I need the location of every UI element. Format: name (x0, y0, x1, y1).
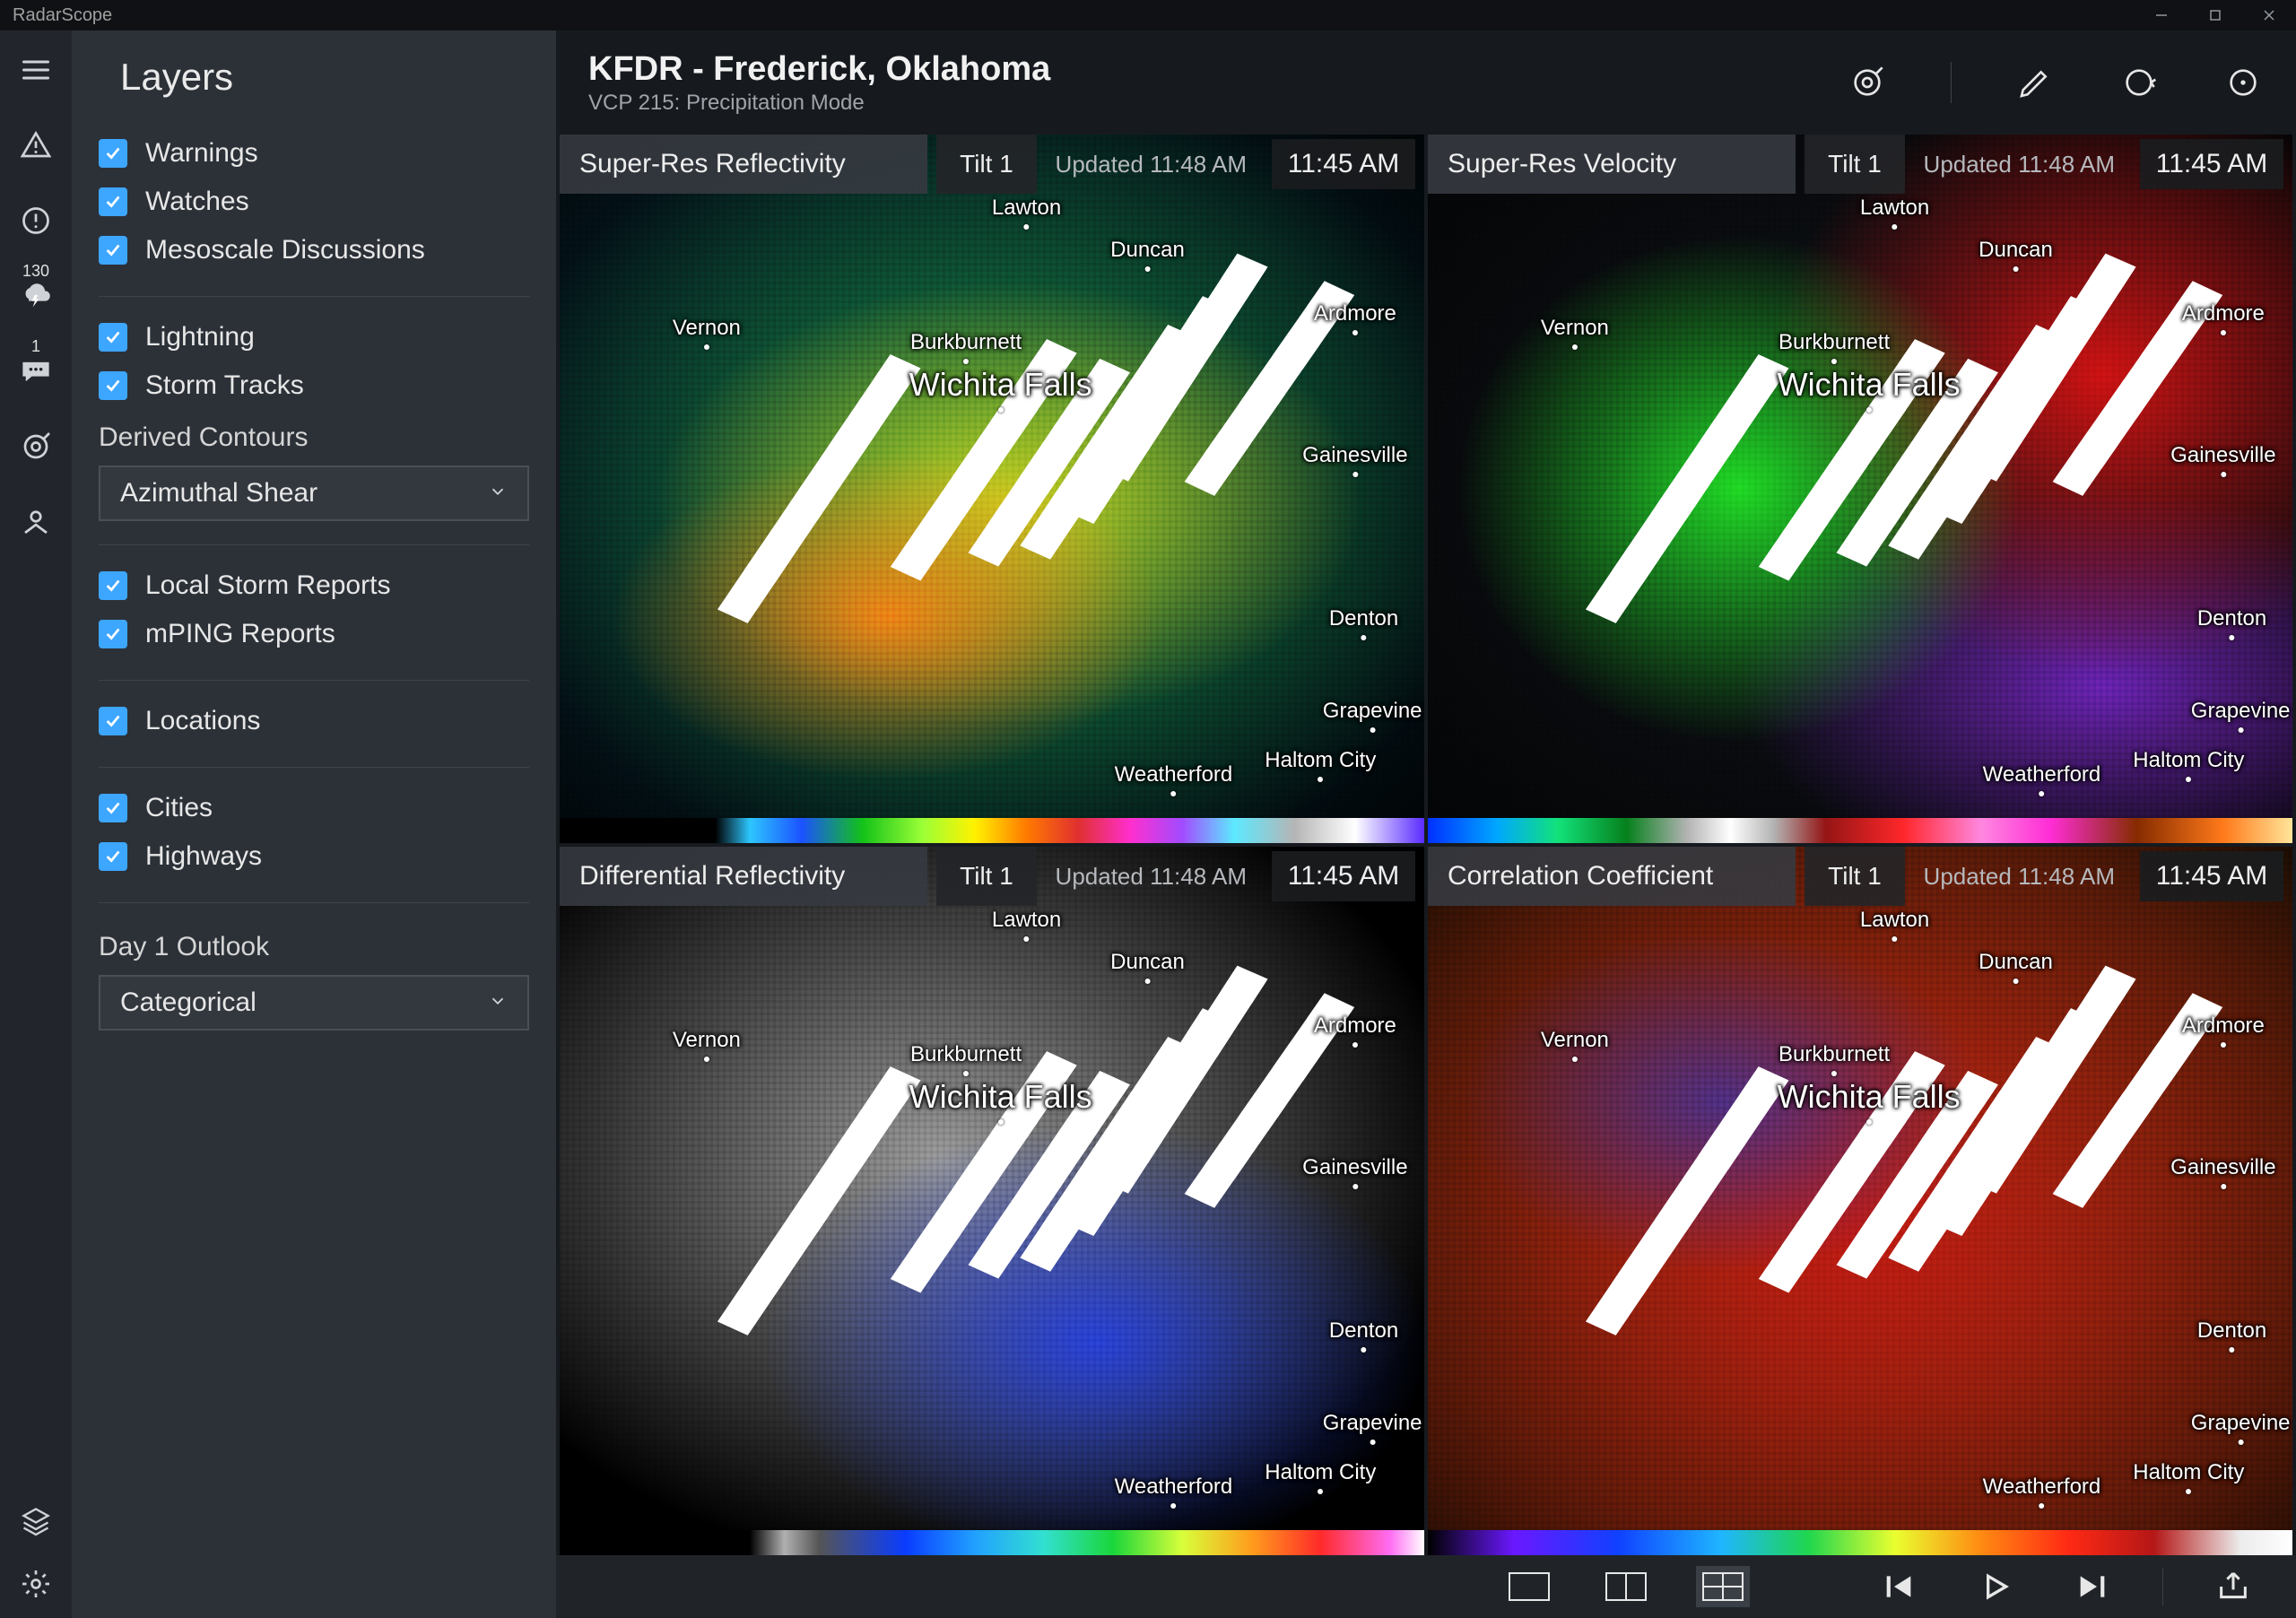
layer-label: Local Storm Reports (145, 570, 390, 601)
lightning-count-badge: 130 (22, 262, 49, 281)
radar-grid: LawtonDuncanArdmoreVernonBurkburnettWich… (556, 135, 2296, 1555)
hamburger-menu-button[interactable] (18, 52, 54, 88)
radar-panel-vel[interactable]: LawtonDuncanArdmoreVernonBurkburnettWich… (1428, 135, 2292, 843)
layer-sublabel: Day 1 Outlook (99, 932, 529, 962)
layer-label: Lightning (145, 322, 255, 352)
tilt-selector[interactable]: Tilt 1 (1805, 847, 1905, 906)
content-topbar: KFDR - Frederick, Oklahoma VCP 215: Prec… (556, 30, 2296, 135)
radar-panel-cc[interactable]: LawtonDuncanArdmoreVernonBurkburnettWich… (1428, 847, 2292, 1555)
chat-nav-icon[interactable]: 1 (18, 353, 54, 389)
chevron-down-icon (488, 987, 508, 1018)
updated-label: Updated 11:48 AM (1056, 151, 1247, 178)
dropdown-outlook[interactable]: Categorical (99, 975, 529, 1031)
layer-label: Storm Tracks (145, 370, 304, 401)
layer-label: Mesoscale Discussions (145, 235, 425, 265)
chat-count-badge: 1 (31, 337, 40, 356)
tilt-selector[interactable]: Tilt 1 (936, 847, 1037, 906)
layers-panel: Layers Warnings Watches Mesoscale Discussi… (72, 30, 556, 1618)
playbar-divider (2162, 1568, 2163, 1605)
updated-label: Updated 11:48 AM (1924, 151, 2115, 178)
window-minimize-button[interactable] (2135, 0, 2188, 30)
grid-4-button[interactable] (1696, 1566, 1750, 1607)
dropdown-value: Categorical (120, 987, 257, 1018)
chevron-down-icon (488, 478, 508, 509)
dropdown-value: Azimuthal Shear (120, 478, 317, 509)
layer-toggle-cities[interactable]: Cities (99, 784, 529, 832)
layer-toggle-meso[interactable]: Mesoscale Discussions (99, 226, 529, 274)
colorbar (1428, 1530, 2292, 1555)
layer-label: Highways (145, 841, 262, 872)
layer-label: Locations (145, 706, 260, 736)
updated-label: Updated 11:48 AM (1924, 863, 2115, 891)
draw-tool-button[interactable] (2014, 62, 2056, 103)
target-nav-icon[interactable] (18, 429, 54, 465)
layer-label: Warnings (145, 138, 258, 169)
layer-toggle-tracks[interactable]: Storm Tracks (99, 361, 529, 410)
layer-toggle-highways[interactable]: Highways (99, 832, 529, 881)
location-nav-icon[interactable] (18, 504, 54, 540)
grid-1-button[interactable] (1502, 1566, 1556, 1607)
layer-toggle-watches[interactable]: Watches (99, 178, 529, 226)
radar-panel-zdr[interactable]: LawtonDuncanArdmoreVernonBurkburnettWich… (560, 847, 1424, 1555)
layer-sublabel: Derived Contours (99, 422, 529, 453)
step-back-button[interactable] (1872, 1564, 1926, 1609)
layers-panel-title: Layers (120, 56, 529, 99)
tilt-selector[interactable]: Tilt 1 (936, 135, 1037, 194)
settings-nav-icon[interactable] (18, 1566, 54, 1602)
layer-toggle-locations[interactable]: Locations (99, 697, 529, 745)
frame-time: 11:45 AM (1272, 851, 1415, 901)
crosshair-tool-button[interactable] (2222, 62, 2264, 103)
frame-time: 11:45 AM (2140, 851, 2283, 901)
grid-2-button[interactable] (1599, 1566, 1653, 1607)
window-maximize-button[interactable] (2188, 0, 2242, 30)
radar-site-title: KFDR - Frederick, Oklahoma (588, 50, 1050, 89)
layer-toggle-lightning[interactable]: Lightning (99, 313, 529, 361)
layer-label: Watches (145, 187, 249, 217)
target-tool-button[interactable] (1847, 62, 1888, 103)
layer-toggle-warnings[interactable]: Warnings (99, 129, 529, 178)
play-button[interactable] (1969, 1564, 2022, 1609)
share-button[interactable] (2206, 1564, 2260, 1609)
layer-toggle-lsr[interactable]: Local Storm Reports (99, 561, 529, 610)
layer-toggle-mping[interactable]: mPING Reports (99, 610, 529, 658)
colorbar (1428, 818, 2292, 843)
radar-panel-refl[interactable]: LawtonDuncanArdmoreVernonBurkburnettWich… (560, 135, 1424, 843)
playback-bar (556, 1555, 2296, 1618)
frame-time: 11:45 AM (2140, 139, 2283, 189)
info-nav-icon[interactable] (18, 203, 54, 239)
product-selector[interactable]: Differential Reflectivity (560, 847, 927, 906)
lightning-nav-icon[interactable]: 130 (18, 278, 54, 314)
window-close-button[interactable] (2242, 0, 2296, 30)
content-area: KFDR - Frederick, Oklahoma VCP 215: Prec… (556, 30, 2296, 1618)
warnings-nav-icon[interactable] (18, 127, 54, 163)
window-titlebar: RadarScope (0, 0, 2296, 30)
colorbar (560, 818, 1424, 843)
colorbar (560, 1530, 1424, 1555)
step-forward-button[interactable] (2066, 1564, 2119, 1609)
radar-vcp-subtitle: VCP 215: Precipitation Mode (588, 91, 1050, 116)
app-title: RadarScope (13, 5, 112, 26)
layer-label: mPING Reports (145, 619, 335, 649)
nav-iconstrip: 130 1 (0, 30, 72, 1618)
layer-label: Cities (145, 793, 213, 823)
updated-label: Updated 11:48 AM (1056, 863, 1247, 891)
product-selector[interactable]: Correlation Coefficient (1428, 847, 1796, 906)
layers-nav-icon[interactable] (18, 1503, 54, 1539)
refresh-tool-button[interactable] (2118, 62, 2160, 103)
product-selector[interactable]: Super-Res Velocity (1428, 135, 1796, 194)
toolbar-divider (1951, 62, 1952, 103)
tilt-selector[interactable]: Tilt 1 (1805, 135, 1905, 194)
dropdown-contours[interactable]: Azimuthal Shear (99, 465, 529, 521)
product-selector[interactable]: Super-Res Reflectivity (560, 135, 927, 194)
frame-time: 11:45 AM (1272, 139, 1415, 189)
